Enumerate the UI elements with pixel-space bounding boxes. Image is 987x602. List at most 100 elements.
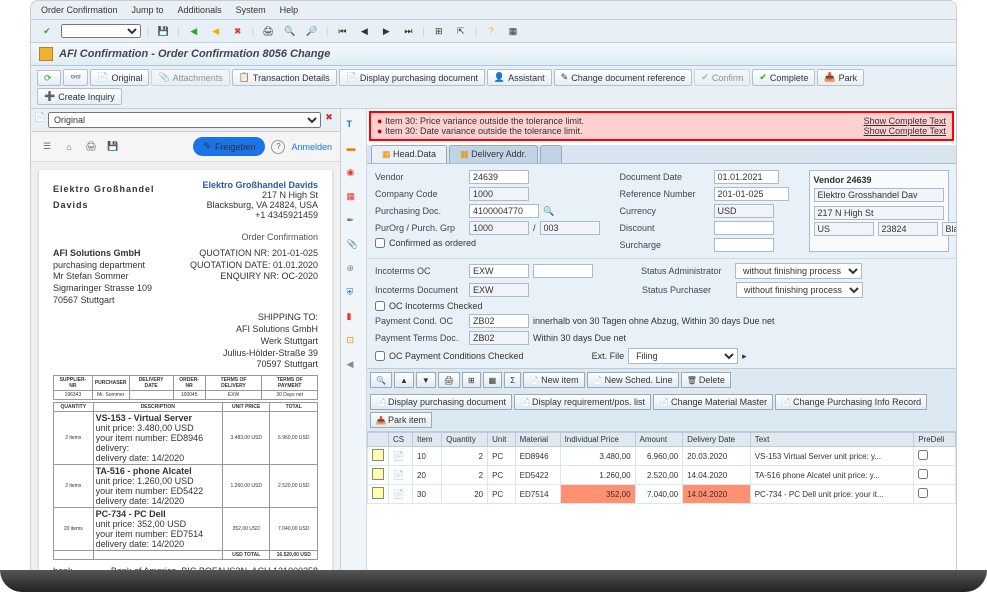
- attachments-button[interactable]: 📎Attachments: [151, 69, 229, 86]
- status-icon[interactable]: [372, 468, 384, 480]
- text-tool-icon[interactable]: T: [347, 119, 361, 133]
- create-inquiry-button[interactable]: ➕Create Inquiry: [37, 88, 122, 105]
- show-text-link[interactable]: Show Complete Text: [864, 116, 946, 126]
- show-button[interactable]: 👓: [63, 69, 88, 86]
- currency-input[interactable]: [714, 204, 774, 218]
- status-admin-select[interactable]: without finishing process: [735, 263, 862, 279]
- print-icon[interactable]: 🖨: [260, 23, 276, 39]
- display-po-grid-button[interactable]: 📄Display purchasing document: [370, 394, 512, 410]
- menu-system[interactable]: System: [236, 5, 266, 15]
- predeli-checkbox[interactable]: [918, 469, 928, 479]
- original-button[interactable]: 📄Original: [90, 69, 149, 86]
- surcharge-input[interactable]: [714, 238, 774, 252]
- confirm-button[interactable]: ✔Confirm: [694, 69, 750, 86]
- release-button[interactable]: ✎Freigeben: [193, 137, 265, 156]
- grid-export-icon[interactable]: ⊞: [462, 372, 481, 388]
- ocr-icon[interactable]: ⊡: [347, 335, 361, 349]
- prev-page-icon[interactable]: ◀: [356, 23, 372, 39]
- sign-icon[interactable]: ✒: [347, 215, 361, 229]
- pdf-info-icon[interactable]: ?: [271, 140, 285, 154]
- grid-sum-icon[interactable]: Σ: [504, 372, 521, 388]
- attach-icon[interactable]: 📎: [347, 239, 361, 253]
- measure-icon[interactable]: ⊕: [347, 263, 361, 277]
- next-page-icon[interactable]: ▶: [378, 23, 394, 39]
- table-row[interactable]: 📄 102 PCED8946 3.480,006.960,00 20.03.20…: [368, 447, 956, 466]
- form-icon[interactable]: ▦: [347, 191, 361, 205]
- pdf-save-icon[interactable]: 💾: [105, 139, 121, 155]
- detail-icon[interactable]: 📄: [393, 489, 404, 499]
- payment-oc-code[interactable]: [469, 314, 529, 328]
- table-row[interactable]: 📄 202 PCED5422 1.260,002.520,00 14.04.20…: [368, 466, 956, 485]
- ok-icon[interactable]: ✔: [39, 23, 55, 39]
- save-icon[interactable]: 💾: [155, 23, 171, 39]
- table-row[interactable]: 📄 3020 PCED7514 352,007.040,00 14.04.202…: [368, 485, 956, 504]
- detail-icon[interactable]: 📄: [393, 470, 404, 480]
- help-icon[interactable]: ?: [483, 23, 499, 39]
- shield-icon[interactable]: ⛨: [347, 287, 361, 301]
- new-sched-button[interactable]: 📄New Sched. Line: [587, 372, 679, 388]
- predeli-checkbox[interactable]: [918, 450, 928, 460]
- drilldown-icon[interactable]: ▸: [742, 351, 747, 362]
- grid-detail-icon[interactable]: 🔍: [370, 372, 392, 388]
- complete-button[interactable]: ✔Complete: [752, 69, 815, 86]
- login-link[interactable]: Anmelden: [291, 142, 332, 152]
- oc-payment-checkbox[interactable]: [375, 351, 385, 361]
- grid-filter-icon[interactable]: ▦: [483, 372, 503, 388]
- item-grid[interactable]: CS ItemQuantity UnitMaterial Individual …: [367, 431, 956, 571]
- company-code-input[interactable]: [469, 187, 529, 201]
- predeli-checkbox[interactable]: [918, 488, 928, 498]
- oc-incoterms-checkbox[interactable]: [375, 301, 385, 311]
- purorg-input[interactable]: [469, 221, 529, 235]
- vendor-input[interactable]: [469, 170, 529, 184]
- show-text-link[interactable]: Show Complete Text: [864, 126, 946, 136]
- stamp-icon[interactable]: ◉: [347, 167, 361, 181]
- incoterms-oc-input[interactable]: [469, 264, 529, 278]
- exit-icon[interactable]: ◀: [208, 23, 224, 39]
- search-help-icon[interactable]: 🔍: [543, 206, 554, 217]
- ref-input[interactable]: [714, 187, 789, 201]
- delete-button[interactable]: 🗑Delete: [681, 372, 731, 388]
- status-purch-select[interactable]: without finishing process: [736, 282, 863, 298]
- menu-help[interactable]: Help: [280, 5, 299, 15]
- change-material-button[interactable]: 📄Change Material Master: [653, 394, 773, 410]
- document-select[interactable]: Original: [48, 112, 321, 128]
- find-next-icon[interactable]: 🔎: [304, 23, 320, 39]
- transaction-details-button[interactable]: 📋Transaction Details: [232, 69, 337, 86]
- assistant-button[interactable]: 👤Assistant: [487, 69, 552, 86]
- collapse-icon[interactable]: ◀: [347, 359, 361, 373]
- last-page-icon[interactable]: ⏭: [400, 23, 416, 39]
- pdf-home-icon[interactable]: ⌂: [61, 139, 77, 155]
- menu-additionals[interactable]: Additionals: [178, 5, 222, 15]
- layout-icon[interactable]: ▦: [505, 23, 521, 39]
- display-po-button[interactable]: 📄Display purchasing document: [339, 69, 485, 86]
- menu-order[interactable]: Order Confirmation: [41, 5, 118, 15]
- first-page-icon[interactable]: ⏮: [334, 23, 350, 39]
- menu-jump[interactable]: Jump to: [132, 5, 164, 15]
- detail-icon[interactable]: 📄: [393, 451, 404, 461]
- new-session-icon[interactable]: ⊞: [431, 23, 447, 39]
- change-doc-ref-button[interactable]: ✎Change document reference: [554, 69, 693, 86]
- new-item-button[interactable]: 📄New item: [523, 372, 584, 388]
- park-button[interactable]: 📥Park: [817, 69, 864, 86]
- redact-icon[interactable]: ▮: [347, 311, 361, 325]
- purgrp-input[interactable]: [540, 221, 600, 235]
- status-icon[interactable]: [372, 487, 384, 499]
- doc-date-input[interactable]: [714, 170, 779, 184]
- pdf-menu-icon[interactable]: ☰: [39, 139, 55, 155]
- back-icon[interactable]: ◀: [186, 23, 202, 39]
- tab-extra[interactable]: [540, 145, 562, 163]
- shortcut-icon[interactable]: ⇱: [453, 23, 469, 39]
- cancel-icon[interactable]: ✖: [230, 23, 246, 39]
- display-req-button[interactable]: 📄Display requirement/pos. list: [514, 394, 651, 410]
- confirmed-checkbox[interactable]: [375, 238, 385, 248]
- refresh-button[interactable]: ⟳: [37, 70, 61, 86]
- grid-sort-desc-icon[interactable]: ▼: [416, 372, 436, 388]
- close-doc-icon[interactable]: ✖: [321, 112, 337, 128]
- status-icon[interactable]: [372, 449, 384, 461]
- incoterms-oc-text[interactable]: [533, 264, 593, 278]
- tab-delivery-addr[interactable]: ▦ Delivery Addr.: [449, 145, 538, 163]
- park-item-button[interactable]: 📥Park item: [370, 412, 432, 428]
- grid-sort-asc-icon[interactable]: ▲: [394, 372, 414, 388]
- find-icon[interactable]: 🔍: [282, 23, 298, 39]
- grid-print-icon[interactable]: 🖨: [438, 372, 460, 388]
